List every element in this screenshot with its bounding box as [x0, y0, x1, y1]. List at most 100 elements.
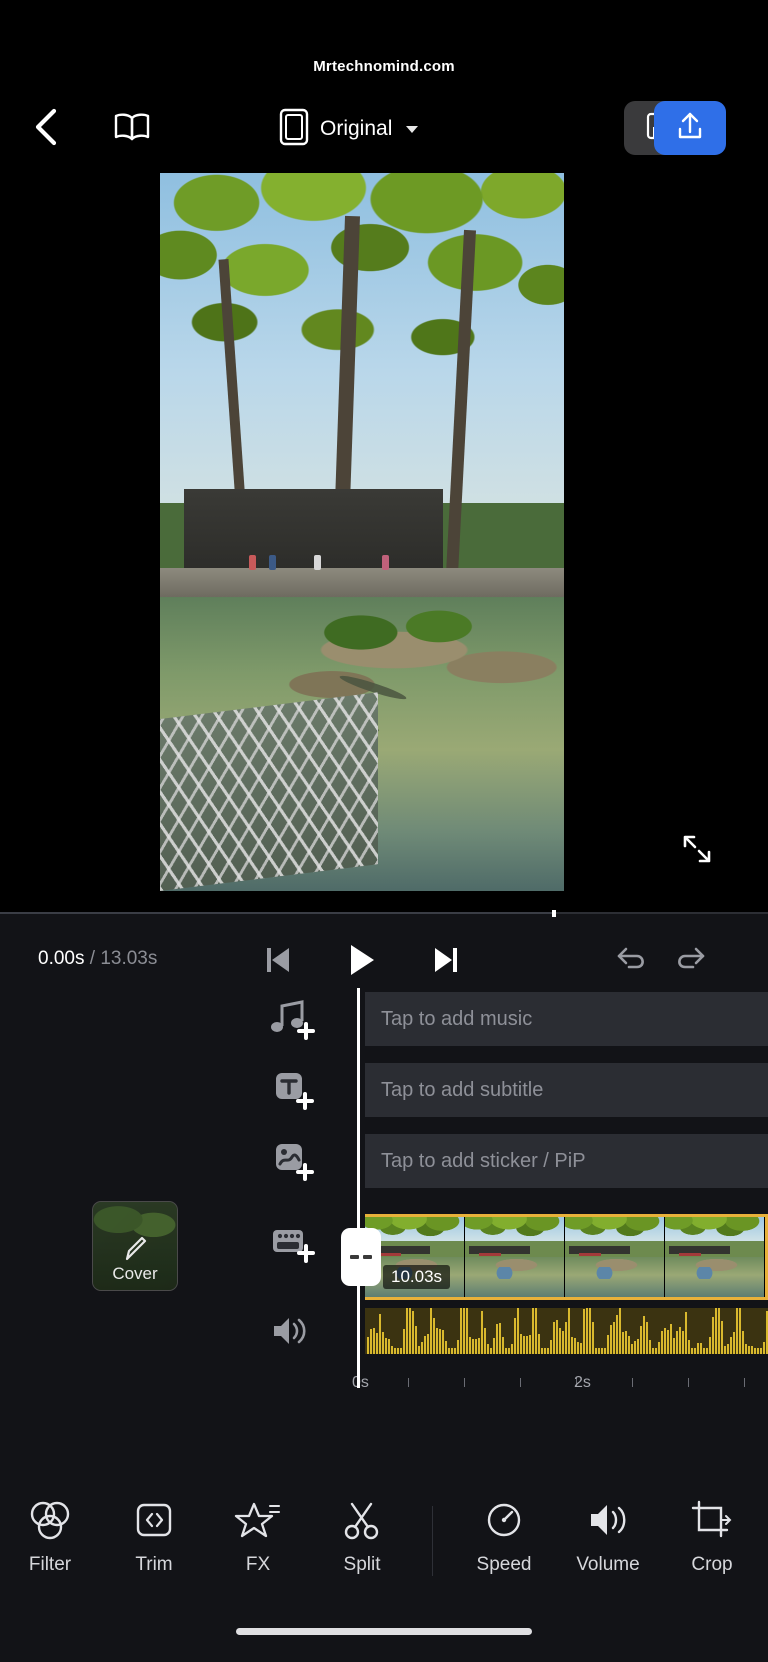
- waveform-bar: [733, 1332, 735, 1354]
- add-music-icon: [268, 1000, 318, 1046]
- waveform-bar: [697, 1342, 699, 1354]
- waveform-bar: [514, 1317, 516, 1354]
- add-subtitle-button[interactable]: [268, 1067, 318, 1113]
- current-time: 0.00s: [38, 948, 85, 969]
- preview-progress-marker[interactable]: [552, 910, 556, 917]
- fullscreen-button[interactable]: [674, 828, 720, 874]
- waveform-bar: [637, 1339, 639, 1354]
- waveform-bar: [544, 1348, 546, 1354]
- waveform-bar: [694, 1348, 696, 1354]
- cover-button[interactable]: Cover: [92, 1201, 178, 1291]
- waveform-bar: [676, 1330, 678, 1354]
- waveform-bar: [499, 1322, 501, 1354]
- waveform-bar: [550, 1339, 552, 1354]
- sticker-track-placeholder[interactable]: Tap to add sticker / PiP: [365, 1134, 768, 1188]
- previous-frame-button[interactable]: [254, 940, 302, 984]
- clip-frame: [665, 1217, 765, 1297]
- tool-trim[interactable]: Trim: [102, 1494, 206, 1594]
- subtitle-track-placeholder[interactable]: Tap to add subtitle: [365, 1063, 768, 1117]
- scissors-icon: [340, 1494, 384, 1546]
- waveform-bar: [640, 1325, 642, 1354]
- watermark-text: Mrtechnomind.com: [313, 58, 455, 75]
- upload-arrow-icon: [675, 110, 705, 147]
- waveform-bar: [757, 1348, 759, 1354]
- waveform-bar: [448, 1348, 450, 1354]
- time-display: 0.00s / 13.03s: [38, 948, 157, 970]
- video-clip-selected[interactable]: 10.03s: [365, 1214, 768, 1300]
- waveform-bar: [709, 1336, 711, 1354]
- waveform-bar: [604, 1348, 606, 1354]
- playhead[interactable]: [357, 988, 360, 1388]
- aspect-ratio-label: Original: [320, 117, 393, 140]
- tool-crop[interactable]: Crop: [660, 1494, 764, 1594]
- waveform-bar: [454, 1348, 456, 1354]
- waveform-bar: [388, 1338, 390, 1354]
- redo-button[interactable]: [666, 940, 714, 984]
- waveform-bar: [748, 1346, 750, 1354]
- back-button[interactable]: [22, 106, 68, 152]
- caret-down-icon: [406, 125, 419, 133]
- cover-label: Cover: [112, 1264, 158, 1283]
- add-clip-button[interactable]: [268, 1224, 318, 1270]
- tool-split[interactable]: Split: [310, 1494, 414, 1594]
- music-track-placeholder[interactable]: Tap to add music: [365, 992, 768, 1046]
- waveform-bar: [475, 1339, 477, 1354]
- waveform-bar: [559, 1327, 561, 1354]
- tool-fx[interactable]: FX: [206, 1494, 310, 1594]
- music-track: Tap to add music: [0, 988, 768, 1050]
- home-indicator: [236, 1628, 532, 1635]
- waveform-bar: [712, 1317, 714, 1354]
- waveform-bar: [715, 1308, 717, 1354]
- waveform-bar: [520, 1334, 522, 1354]
- tool-filter[interactable]: Filter: [0, 1494, 102, 1594]
- waveform-bar: [517, 1308, 519, 1354]
- preview-progress-track[interactable]: [0, 910, 768, 917]
- waveform-bar: [391, 1345, 393, 1354]
- speedometer-icon: [481, 1494, 527, 1546]
- expand-fullscreen-icon: [680, 832, 714, 871]
- waveform-bar: [628, 1336, 630, 1354]
- top-bar: Original: [0, 98, 768, 160]
- play-button[interactable]: [338, 940, 386, 984]
- next-frame-button[interactable]: [422, 940, 470, 984]
- waveform-bar: [634, 1340, 636, 1354]
- waveform-bar: [442, 1330, 444, 1354]
- clip-volume-button[interactable]: [268, 1312, 320, 1356]
- waveform-bar: [556, 1320, 558, 1354]
- add-sticker-button[interactable]: [268, 1138, 318, 1184]
- waveform-bar: [616, 1315, 618, 1354]
- aspect-ratio-icon: [278, 108, 310, 151]
- waveform-bar: [421, 1341, 423, 1354]
- aspect-ratio-selector[interactable]: Original: [278, 106, 419, 152]
- preview-person: [382, 554, 390, 570]
- preview-metal-grate: [160, 691, 379, 891]
- add-music-button[interactable]: [268, 996, 318, 1042]
- tool-label: Trim: [135, 1554, 173, 1575]
- clip-left-trim-handle[interactable]: [341, 1228, 381, 1286]
- drag-handle-icon: [350, 1255, 372, 1259]
- timeline-ruler[interactable]: 0s 2s: [0, 1368, 768, 1402]
- skip-next-icon: [432, 945, 460, 980]
- waveform-bar: [538, 1333, 540, 1354]
- undo-button[interactable]: [608, 940, 656, 984]
- tool-volume[interactable]: Volume: [556, 1494, 660, 1594]
- book-icon: [113, 111, 151, 148]
- waveform-bar: [583, 1309, 585, 1354]
- audio-waveform[interactable]: [365, 1308, 768, 1354]
- waveform-bar: [682, 1331, 684, 1354]
- tool-label: Filter: [28, 1554, 72, 1575]
- sticker-placeholder-label: Tap to add sticker / PiP: [381, 1149, 586, 1172]
- waveform-bar: [466, 1308, 468, 1354]
- waveform-bar: [493, 1337, 495, 1354]
- fx-star-icon: [234, 1494, 282, 1546]
- export-button[interactable]: [654, 101, 726, 155]
- waveform-bar: [397, 1348, 399, 1354]
- waveform-bar: [472, 1339, 474, 1354]
- video-preview[interactable]: [160, 173, 564, 891]
- undo-icon: [615, 945, 649, 980]
- waveform-bar: [610, 1325, 612, 1354]
- tool-speed[interactable]: Speed: [452, 1494, 556, 1594]
- preview-person: [248, 554, 256, 570]
- waveform-bar: [751, 1346, 753, 1354]
- tutorial-button[interactable]: [105, 106, 159, 152]
